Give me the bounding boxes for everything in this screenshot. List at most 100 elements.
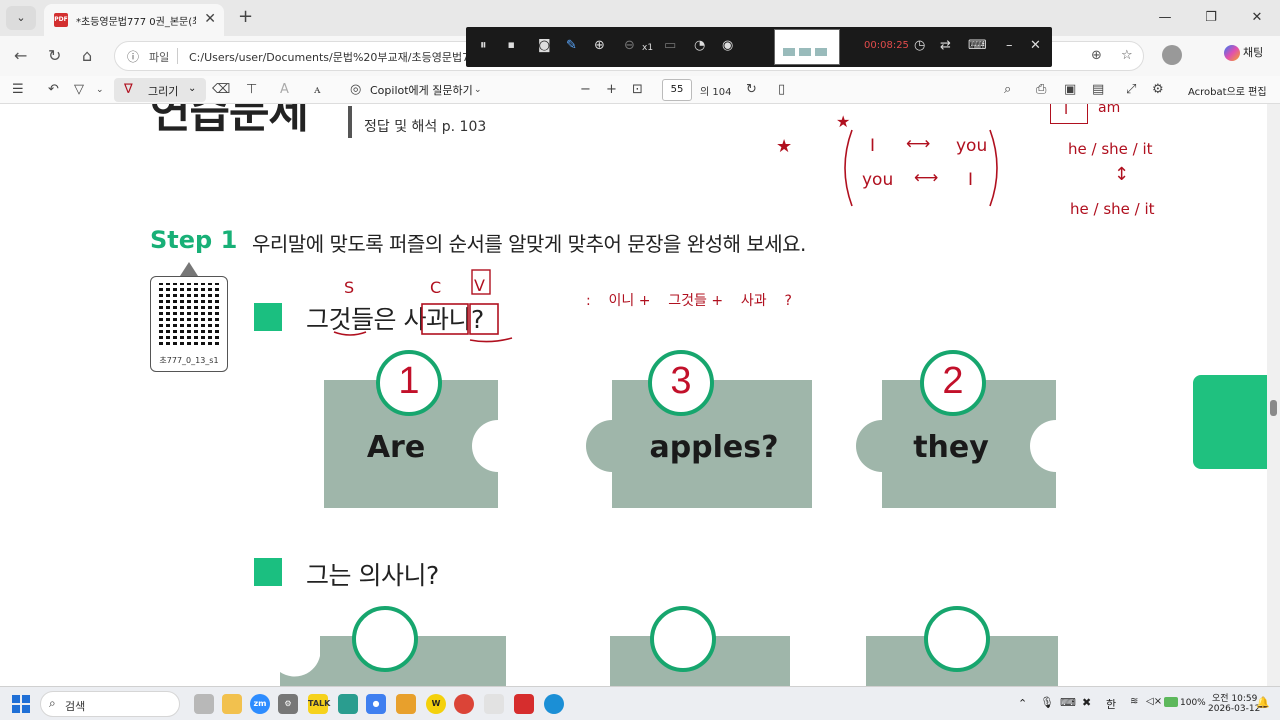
settings-gear-icon[interactable]: ⚙	[1152, 82, 1164, 97]
edge-icon[interactable]	[544, 694, 564, 714]
order-circle[interactable]	[352, 606, 418, 672]
annotation-pronoun: you	[956, 136, 988, 156]
order-circle[interactable]: 2	[920, 350, 986, 416]
info-icon[interactable]: ⓘ	[127, 48, 139, 65]
taskbar-search[interactable]: ⌕ 검색	[40, 691, 180, 717]
eye-icon[interactable]: ◉	[722, 38, 733, 53]
pdf-page-viewport[interactable]: 연습문제 정답 및 해석 p. 103 Step 1 우리말에 맞도록 퍼즐의 …	[0, 104, 1267, 686]
notes-app-icon[interactable]	[396, 694, 416, 714]
zoom-level: x1	[642, 43, 654, 53]
read-aloud-icon[interactable]: A	[280, 82, 289, 97]
highlight-dropdown-icon[interactable]: ⌄	[96, 85, 104, 95]
ime-indicator[interactable]: 한	[1106, 696, 1116, 712]
save-icon[interactable]: ▣	[1064, 82, 1076, 97]
fullscreen-icon[interactable]: ⤢	[1126, 82, 1136, 97]
question-prompt: 그는 의사니?	[306, 561, 439, 590]
browser-tab[interactable]: PDF *초등영문법777 0권_본문(최 ✕	[44, 4, 224, 36]
tray-keyboard-icon[interactable]: ⌨	[1060, 696, 1076, 709]
close-window-button[interactable]: ✕	[1234, 0, 1280, 36]
copilot-ask-button[interactable]: Copilot에게 질문하기	[370, 82, 473, 98]
draw-tool-button[interactable]: ∇ 그리기 ⌄	[114, 78, 206, 102]
eraser-icon[interactable]: ⌫	[212, 82, 230, 97]
save-as-icon[interactable]: ▤	[1092, 82, 1104, 97]
draw-dropdown-icon[interactable]: ⌄	[188, 83, 196, 94]
vertical-scrollbar[interactable]	[1267, 104, 1280, 686]
profile-avatar[interactable]	[1162, 45, 1182, 65]
notification-bell-icon[interactable]: 🔔	[1256, 696, 1270, 709]
zoom-out-button[interactable]: −	[580, 82, 591, 97]
order-circle[interactable]: 3	[648, 350, 714, 416]
camera-icon[interactable]: ◙	[538, 38, 551, 53]
volume-icon[interactable]: ◁×	[1146, 696, 1162, 707]
copilot-chat-button[interactable]: 채팅	[1224, 44, 1263, 61]
order-number: 2	[942, 360, 964, 402]
home-icon[interactable]: ⌂	[82, 46, 92, 65]
print-icon[interactable]: ⎙	[1036, 82, 1046, 97]
tab-actions-button[interactable]: ⌄	[6, 6, 36, 30]
undo-icon[interactable]: ↶	[48, 82, 59, 97]
clock-date[interactable]: 2026-03-12	[1208, 704, 1260, 714]
page-view-icon[interactable]: ▯	[778, 82, 785, 97]
pip-icon[interactable]: ▭	[664, 38, 676, 53]
pause-icon[interactable]: ⏸	[480, 38, 487, 53]
translate-icon[interactable]: ꭺ	[314, 82, 321, 97]
url-text[interactable]: C:/Users/user/Documents/문법%20부교재/초등영문법77…	[189, 49, 497, 65]
close-tab-icon[interactable]: ✕	[204, 11, 216, 27]
zoom-in-icon[interactable]: ⊕	[594, 38, 605, 53]
refresh-icon[interactable]: ↻	[48, 46, 61, 65]
annotation-box-label: I	[1064, 104, 1069, 118]
scrollbar-thumb[interactable]	[1270, 400, 1277, 416]
app-icon[interactable]	[338, 694, 358, 714]
qr-card[interactable]: 초777_0_13_s1	[150, 276, 228, 372]
battery-icon[interactable]	[1164, 697, 1178, 707]
tray-close-icon[interactable]: ✖	[1082, 696, 1091, 709]
contents-list-icon[interactable]: ☰	[12, 82, 24, 97]
kakaotalk-icon[interactable]: TALK	[308, 694, 330, 714]
wiz-app-icon[interactable]: W	[426, 694, 446, 714]
new-tab-button[interactable]: +	[238, 6, 253, 27]
windows-start-icon[interactable]	[12, 695, 30, 713]
page-number-input[interactable]: 55	[662, 79, 692, 101]
annotation-pronoun: I	[870, 136, 876, 156]
recording-preview-thumbnail[interactable]	[774, 29, 840, 65]
zoom-in-button[interactable]: +	[606, 82, 617, 97]
order-circle[interactable]	[650, 606, 716, 672]
favorite-star-icon[interactable]: ☆	[1121, 48, 1133, 63]
acrobat-edit-button[interactable]: Acrobat으로 편집	[1188, 83, 1267, 98]
recorder-close-icon[interactable]: ✕	[1030, 38, 1041, 53]
timer-icon[interactable]: ◷	[914, 38, 925, 53]
maximize-button[interactable]: ❐	[1188, 0, 1234, 36]
recorder-app-icon[interactable]: ●	[366, 694, 386, 714]
app-icon[interactable]	[514, 694, 534, 714]
tray-chevron-icon[interactable]: ⌃	[1018, 697, 1027, 710]
order-circle[interactable]: 1	[376, 350, 442, 416]
highlight-icon[interactable]: ▽	[74, 82, 84, 97]
microphone-app-icon[interactable]	[194, 694, 214, 714]
chrome-icon[interactable]	[454, 694, 474, 714]
settings-app-icon[interactable]: ⚙	[278, 694, 298, 714]
zoom-out-icon[interactable]: ⊖	[624, 38, 635, 53]
rotate-icon[interactable]: ↻	[746, 82, 757, 97]
file-explorer-icon[interactable]	[222, 694, 242, 714]
clock-time[interactable]: 오전 10:59	[1212, 691, 1257, 704]
transform-icon[interactable]: ⇄	[940, 38, 951, 53]
pen-icon[interactable]: ✎	[566, 38, 577, 53]
fit-page-icon[interactable]: ⊡	[632, 82, 643, 97]
stop-icon[interactable]: ⏹	[508, 38, 515, 53]
app-icon[interactable]	[484, 694, 504, 714]
drop-icon[interactable]: ◔	[694, 38, 705, 53]
minimize-button[interactable]: —	[1142, 0, 1188, 36]
zoom-icon[interactable]: ⊕	[1091, 48, 1102, 63]
copilot-icon[interactable]: ◎	[350, 82, 361, 97]
keyboard-icon[interactable]: ⌨	[968, 38, 987, 53]
text-box-icon[interactable]: ⊤	[246, 82, 257, 97]
back-icon[interactable]: ←	[14, 46, 27, 65]
wifi-icon[interactable]: ≋	[1130, 696, 1138, 707]
order-circle[interactable]	[924, 606, 990, 672]
tray-mic-icon[interactable]: 🎙	[1040, 696, 1054, 709]
zoom-app-icon[interactable]: zm	[250, 694, 270, 714]
side-tab[interactable]	[1193, 375, 1267, 469]
copilot-dropdown-icon[interactable]: ⌄	[474, 85, 482, 95]
find-icon[interactable]: ⌕	[1004, 82, 1011, 97]
recorder-minimize-icon[interactable]: –	[1006, 38, 1013, 53]
